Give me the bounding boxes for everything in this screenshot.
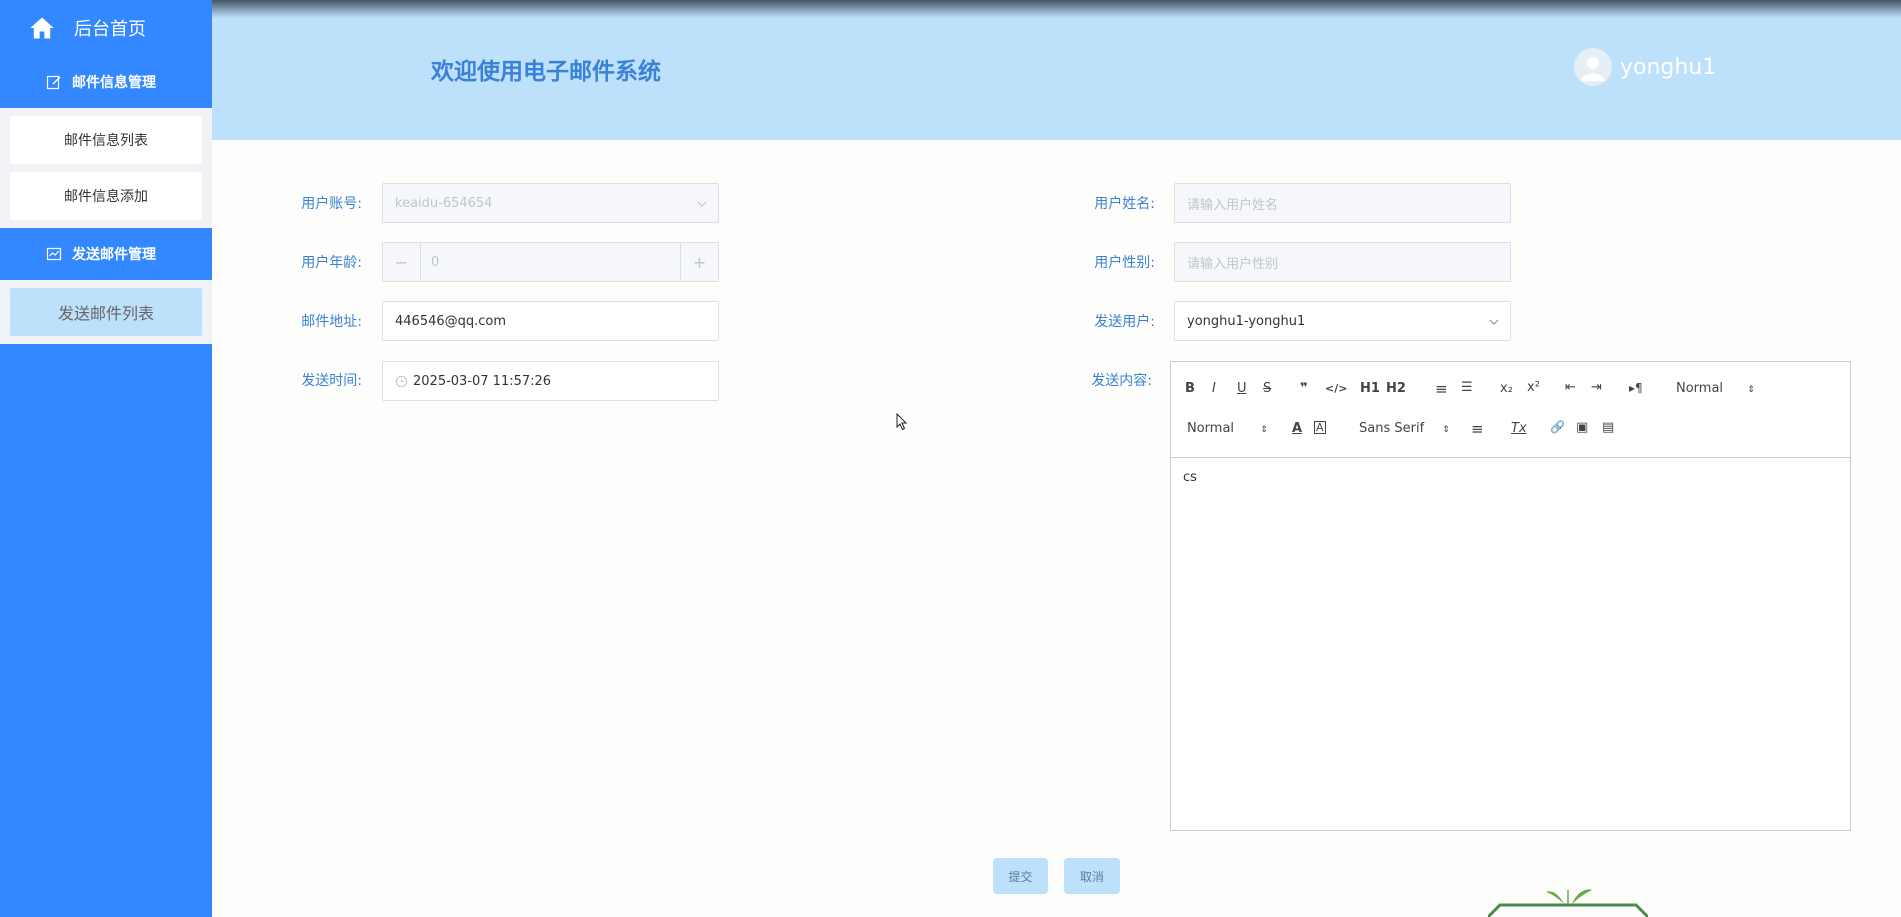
editor-content-text: cs — [1183, 470, 1197, 485]
content-editor: B I U S ❞ </> H1 H2 ≡ ☰ x₂ x² ⇤ ⇥ ▸¶ Nor… — [1170, 361, 1851, 831]
email-label: 邮件地址: — [301, 314, 362, 330]
sidebar-item-send-list[interactable]: 发送邮件列表 — [10, 288, 202, 336]
text-color-button[interactable]: A — [1292, 421, 1302, 436]
outdent-button[interactable]: ⇤ — [1565, 380, 1576, 395]
sidebar-group-label: 邮件信息管理 — [72, 75, 156, 91]
name-input[interactable]: 请输入用户姓名 — [1174, 183, 1511, 223]
strike-button[interactable]: S — [1263, 381, 1271, 396]
clock-icon — [395, 375, 408, 387]
italic-button[interactable]: I — [1212, 381, 1216, 396]
send-time-picker[interactable]: 2025-03-07 11:57:26 — [382, 361, 719, 401]
age-stepper[interactable]: − 0 + — [382, 242, 719, 282]
underline-button[interactable]: U — [1237, 381, 1247, 396]
superscript-button[interactable]: x² — [1527, 380, 1540, 395]
email-input[interactable]: 446546@qq.com — [382, 301, 719, 341]
app-root: 后台首页 邮件信息管理 邮件信息列表 邮件信息添加 发送邮件管理 发送邮件列表 … — [0, 0, 1901, 917]
editor-toolbar: B I U S ❞ </> H1 H2 ≡ ☰ x₂ x² ⇤ ⇥ ▸¶ Nor… — [1171, 362, 1850, 458]
age-value: 0 — [431, 254, 440, 270]
sidebar: 后台首页 邮件信息管理 邮件信息列表 邮件信息添加 发送邮件管理 发送邮件列表 — [0, 0, 212, 917]
page-title: 欢迎使用电子邮件系统 — [431, 59, 661, 85]
header-picker-value: Normal — [1187, 421, 1235, 436]
video-button[interactable]: ▤ — [1602, 420, 1614, 435]
clean-button[interactable]: Tx — [1511, 421, 1527, 436]
sidebar-home-label: 后台首页 — [74, 19, 146, 40]
increase-button[interactable]: + — [680, 243, 718, 281]
image-button[interactable]: ▣ — [1576, 420, 1588, 435]
sidebar-group-label: 发送邮件管理 — [72, 247, 156, 263]
send-time-value: 2025-03-07 11:57:26 — [413, 373, 552, 389]
send-user-label: 发送用户: — [1094, 314, 1155, 330]
user-menu[interactable]: yonghu1 — [1574, 48, 1716, 86]
picker-arrows-icon: ⇕ — [1260, 425, 1268, 435]
chevron-down-icon — [1489, 319, 1499, 325]
header1-button[interactable]: H1 — [1360, 381, 1380, 396]
send-user-value: yonghu1-yonghu1 — [1187, 313, 1306, 329]
sidebar-group-mail-info[interactable]: 邮件信息管理 — [0, 56, 212, 108]
edit-icon — [46, 75, 61, 90]
size-picker-value: Normal — [1676, 381, 1724, 396]
name-placeholder: 请输入用户姓名 — [1187, 197, 1279, 213]
sidebar-item-mail-list[interactable]: 邮件信息列表 — [10, 116, 202, 164]
picker-arrows-icon: ⇕ — [1747, 385, 1755, 395]
account-select[interactable]: keaidu-654654 — [382, 183, 719, 223]
sidebar-item-mail-add[interactable]: 邮件信息添加 — [10, 172, 202, 220]
name-label: 用户姓名: — [1094, 196, 1155, 212]
gender-input[interactable]: 请输入用户性别 — [1174, 242, 1511, 282]
email-value: 446546@qq.com — [395, 313, 507, 329]
cancel-button[interactable]: 取消 — [1064, 858, 1120, 894]
picker-arrows-icon: ⇕ — [1442, 425, 1450, 435]
bold-button[interactable]: B — [1185, 381, 1195, 396]
home-icon — [30, 17, 54, 39]
background-color-button[interactable]: A — [1314, 421, 1326, 434]
plant-decoration-icon — [1488, 889, 1648, 917]
chart-icon — [46, 247, 62, 261]
header-picker[interactable]: Normal ⇕ — [1187, 421, 1268, 436]
indent-button[interactable]: ⇥ — [1591, 380, 1602, 395]
chevron-down-icon — [697, 201, 707, 207]
font-picker[interactable]: Sans Serif ⇕ — [1359, 421, 1450, 436]
sidebar-group-send-mail[interactable]: 发送邮件管理 — [0, 228, 212, 280]
link-button[interactable]: 🔗 — [1550, 420, 1565, 434]
submit-button[interactable]: 提交 — [993, 858, 1048, 894]
send-time-label: 发送时间: — [301, 373, 362, 389]
gender-label: 用户性别: — [1094, 255, 1155, 271]
account-label: 用户账号: — [301, 196, 362, 212]
username: yonghu1 — [1620, 54, 1717, 80]
subscript-button[interactable]: x₂ — [1500, 381, 1513, 396]
user-icon — [1581, 57, 1605, 81]
age-label: 用户年龄: — [301, 255, 362, 271]
direction-button[interactable]: ▸¶ — [1629, 381, 1643, 395]
font-picker-value: Sans Serif — [1359, 421, 1425, 436]
avatar — [1574, 48, 1612, 86]
code-button[interactable]: </> — [1325, 382, 1347, 395]
mouse-cursor-icon — [896, 413, 908, 431]
content-label: 发送内容: — [1091, 373, 1152, 389]
header-shadow — [212, 0, 1901, 18]
sidebar-submenu-send-mail: 发送邮件列表 — [0, 280, 212, 344]
bullet-list-button[interactable]: ☰ — [1461, 380, 1473, 395]
sidebar-home[interactable]: 后台首页 — [0, 0, 212, 56]
blockquote-button[interactable]: ❞ — [1300, 381, 1308, 396]
decrease-button[interactable]: − — [383, 243, 421, 281]
header2-button[interactable]: H2 — [1386, 381, 1406, 396]
send-user-select[interactable]: yonghu1-yonghu1 — [1174, 301, 1511, 341]
account-value: keaidu-654654 — [395, 195, 493, 211]
gender-placeholder: 请输入用户性别 — [1187, 256, 1279, 272]
align-button[interactable]: ≡ — [1471, 420, 1484, 438]
size-picker[interactable]: Normal ⇕ — [1676, 381, 1755, 396]
ordered-list-button[interactable]: ≡ — [1435, 380, 1448, 398]
sidebar-submenu-mail-info: 邮件信息列表 邮件信息添加 — [0, 108, 212, 228]
header: 欢迎使用电子邮件系统 yonghu1 — [212, 0, 1901, 140]
editor-content-area[interactable]: cs — [1171, 458, 1850, 497]
